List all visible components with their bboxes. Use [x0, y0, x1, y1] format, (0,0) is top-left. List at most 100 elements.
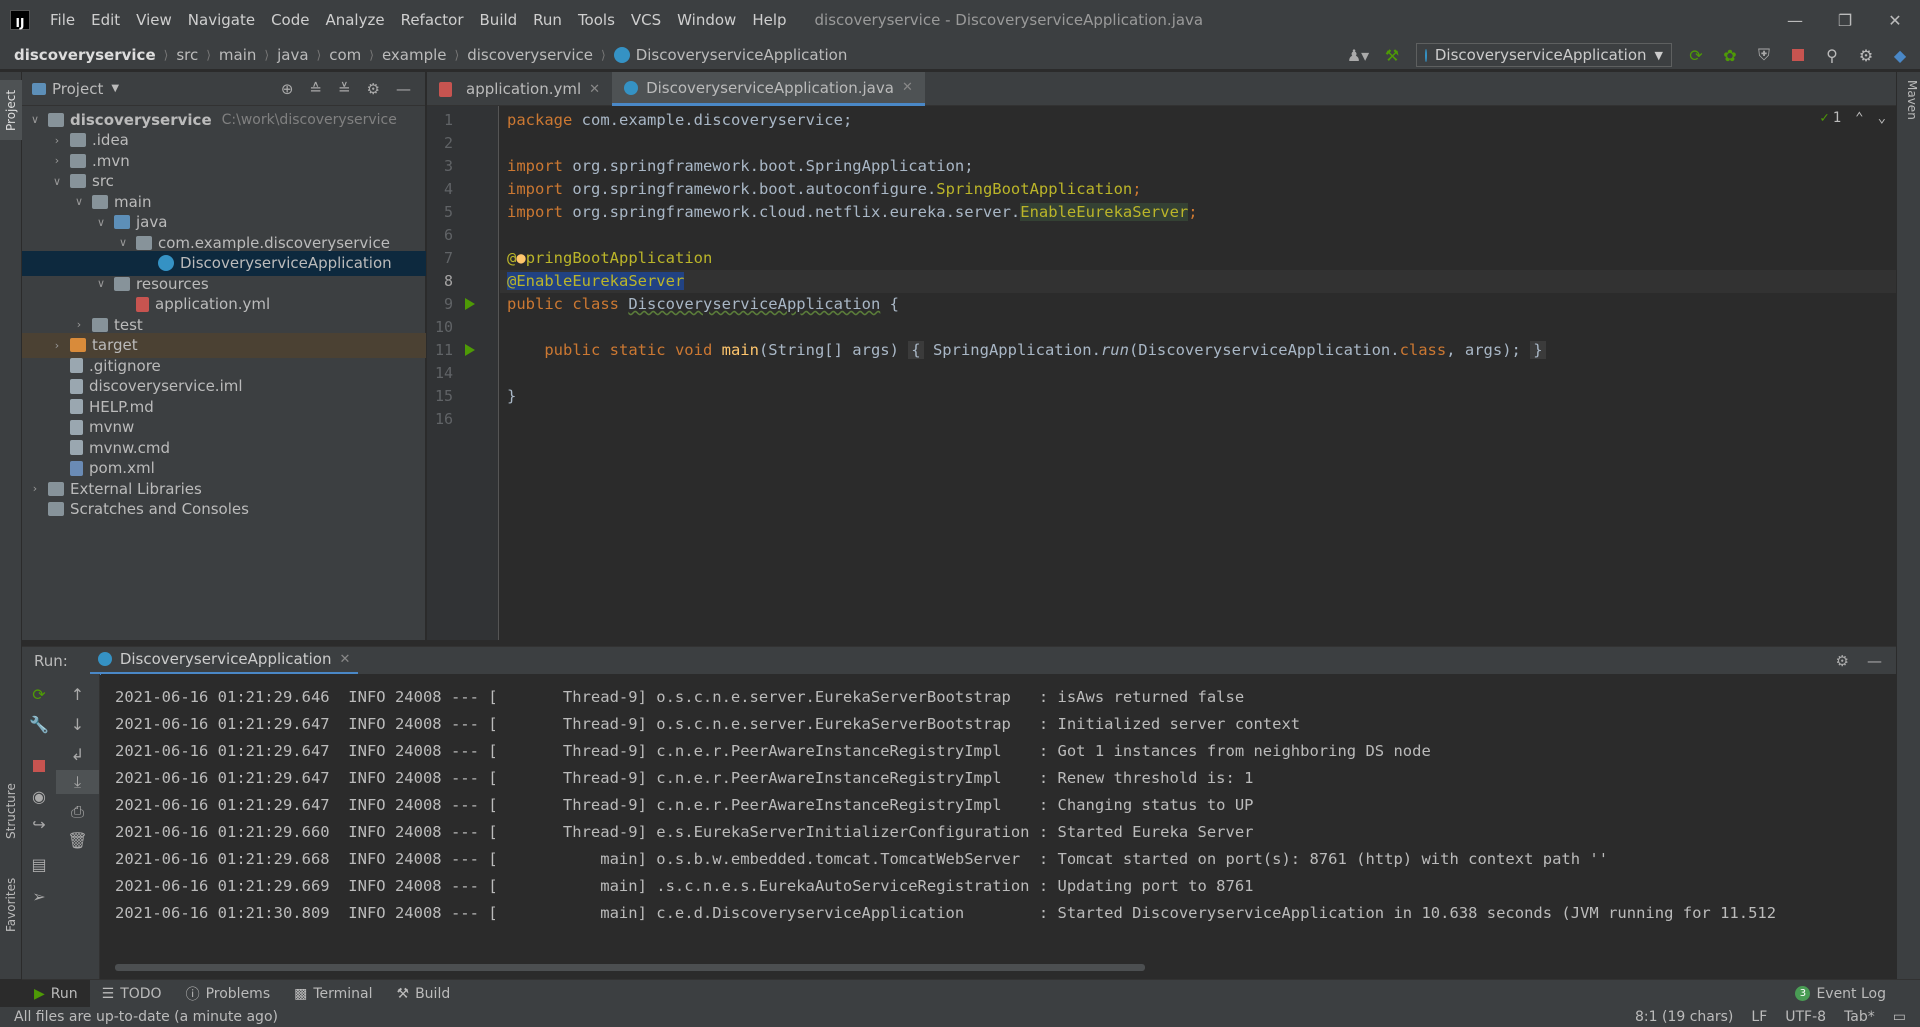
tab-application-yml[interactable]: application.yml ✕ [427, 72, 612, 106]
scroll-to-end-icon[interactable]: ⤓ [56, 770, 99, 794]
rerun-icon[interactable]: ⟳ [1686, 45, 1706, 65]
hide-icon[interactable]: — [1867, 652, 1882, 670]
menu-view[interactable]: View [128, 11, 180, 29]
gear-icon[interactable]: ⚙ [1856, 45, 1876, 65]
breadcrumb-src[interactable]: src [176, 46, 198, 64]
tool-todo[interactable]: ☰ TODO [90, 980, 174, 1008]
run-tab[interactable]: DiscoveryserviceApplication ✕ [89, 647, 359, 675]
tool-problems[interactable]: ⓘ Problems [174, 980, 283, 1008]
breadcrumb-com[interactable]: com [329, 46, 361, 64]
code-fold-brace[interactable]: } [1530, 341, 1546, 359]
soft-wrap-icon[interactable]: ↲ [56, 742, 99, 766]
menu-build[interactable]: Build [472, 11, 526, 29]
chevron-right-icon[interactable]: › [72, 318, 86, 331]
tab-maven[interactable]: Maven [1899, 80, 1919, 120]
chevron-down-icon[interactable]: ∨ [116, 236, 130, 249]
breadcrumb-class[interactable]: DiscoveryserviceApplication [636, 46, 848, 64]
menu-code[interactable]: Code [263, 11, 317, 29]
close-icon[interactable]: ✕ [902, 80, 913, 95]
breadcrumb-example[interactable]: example [382, 46, 447, 64]
menu-analyze[interactable]: Analyze [317, 11, 392, 29]
breadcrumb-main[interactable]: main [219, 46, 256, 64]
project-view-select[interactable]: Project [52, 80, 103, 98]
toolbox-icon[interactable]: ◆ [1890, 45, 1910, 65]
close-icon[interactable]: ✕ [1870, 0, 1920, 40]
file-encoding[interactable]: UTF-8 [1785, 1009, 1826, 1025]
breadcrumb-java[interactable]: java [277, 46, 308, 64]
chevron-down-icon[interactable]: ⌄ [1878, 110, 1886, 126]
console-output[interactable]: 2021-06-16 01:21:29.646 INFO 24008 --- [… [101, 674, 1896, 979]
tab-discoveryservice-application[interactable]: DiscoveryserviceApplication.java ✕ [612, 72, 925, 106]
arrow-up-icon[interactable]: ↑ [56, 682, 99, 706]
run-gutter-icon[interactable] [465, 344, 475, 356]
breadcrumb-project[interactable]: discoveryservice [14, 46, 156, 64]
expand-all-icon[interactable]: ≙ [309, 80, 322, 98]
chevron-right-icon[interactable]: › [28, 482, 42, 495]
lightbulb-icon[interactable]: ● [516, 249, 525, 267]
close-icon[interactable]: ✕ [589, 82, 600, 97]
menu-edit[interactable]: Edit [83, 11, 128, 29]
breadcrumb-package[interactable]: discoveryservice [467, 46, 593, 64]
stop-icon[interactable] [1788, 45, 1808, 65]
gear-icon[interactable]: ⚙ [1836, 652, 1849, 670]
chevron-up-icon[interactable]: ⌃ [1855, 110, 1863, 126]
tree-item[interactable]: Scratches and Consoles [22, 497, 426, 522]
minimize-icon[interactable]: — [1770, 0, 1820, 40]
close-icon[interactable]: ✕ [339, 652, 350, 667]
layout-icon[interactable]: ▤ [22, 852, 56, 876]
check-icon[interactable]: ✓ [1820, 110, 1828, 126]
chevron-down-icon[interactable]: ∨ [72, 195, 86, 208]
build-hammer-icon[interactable]: ⚒ [1382, 45, 1402, 65]
lock-icon[interactable]: ▭ [1893, 1009, 1906, 1025]
tab-project[interactable]: Project [0, 80, 22, 140]
arrow-down-icon[interactable]: ↓ [56, 712, 99, 736]
rerun-icon[interactable]: ⟳ [22, 682, 56, 706]
restore-icon[interactable]: ❐ [1820, 0, 1870, 40]
chevron-down-icon[interactable]: ∨ [94, 277, 108, 290]
stop-icon[interactable] [22, 754, 56, 778]
print-icon[interactable]: ⎙ [56, 800, 99, 824]
horizontal-scrollbar[interactable] [115, 964, 1145, 971]
locate-icon[interactable]: ⊕ [281, 80, 294, 98]
tool-terminal[interactable]: ▩ Terminal [282, 980, 384, 1008]
menu-refactor[interactable]: Refactor [393, 11, 472, 29]
debug-icon[interactable]: ✿ [1720, 45, 1740, 65]
search-icon[interactable]: ⚲ [1822, 45, 1842, 65]
menu-file[interactable]: File [42, 11, 83, 29]
chevron-right-icon[interactable]: › [50, 134, 64, 147]
code-editor[interactable]: ✓ 1 ⌃ ⌄ package com.example.discoveryser… [500, 106, 1896, 640]
tab-favorites[interactable]: Favorites [0, 872, 22, 938]
trash-icon[interactable]: 🗑 [56, 828, 99, 852]
tool-build[interactable]: ⚒ Build [385, 980, 463, 1008]
tool-run[interactable]: ▶ Run [22, 979, 90, 1008]
chevron-down-icon[interactable]: ∨ [28, 113, 42, 126]
exit-icon[interactable]: ↪ [22, 812, 56, 836]
chevron-down-icon[interactable]: ∨ [50, 175, 64, 188]
caret-position[interactable]: 8:1 (19 chars) [1635, 1009, 1733, 1025]
menu-run[interactable]: Run [525, 11, 570, 29]
wrench-icon[interactable]: 🔧 [22, 712, 56, 736]
coverage-icon[interactable]: ⛨ [1754, 45, 1774, 65]
collapse-all-icon[interactable]: ≚ [338, 80, 351, 98]
hide-icon[interactable]: — [396, 80, 411, 98]
menu-help[interactable]: Help [744, 11, 794, 29]
code-fold-brace[interactable]: { [908, 341, 924, 359]
pin-icon[interactable]: ➢ [22, 884, 56, 908]
line-separator[interactable]: LF [1751, 1009, 1767, 1025]
tool-event-log[interactable]: 3 Event Log [1795, 986, 1920, 1002]
chevron-down-icon[interactable]: ▼ [111, 83, 119, 94]
menu-window[interactable]: Window [669, 11, 744, 29]
indent-setting[interactable]: Tab* [1844, 1009, 1875, 1025]
menu-vcs[interactable]: VCS [623, 11, 669, 29]
gear-icon[interactable]: ⚙ [367, 80, 380, 98]
tab-structure[interactable]: Structure [0, 772, 22, 850]
menu-tools[interactable]: Tools [570, 11, 623, 29]
camera-icon[interactable]: ◉ [22, 784, 56, 808]
chevron-right-icon[interactable]: › [50, 339, 64, 352]
run-gutter-icon[interactable] [465, 298, 475, 310]
chevron-right-icon[interactable]: › [50, 154, 64, 167]
chevron-down-icon[interactable]: ∨ [94, 216, 108, 229]
menu-navigate[interactable]: Navigate [180, 11, 263, 29]
user-icon[interactable]: ♟▾ [1347, 45, 1369, 65]
run-configuration-select[interactable]: DiscoveryserviceApplication ▼ [1416, 43, 1672, 67]
